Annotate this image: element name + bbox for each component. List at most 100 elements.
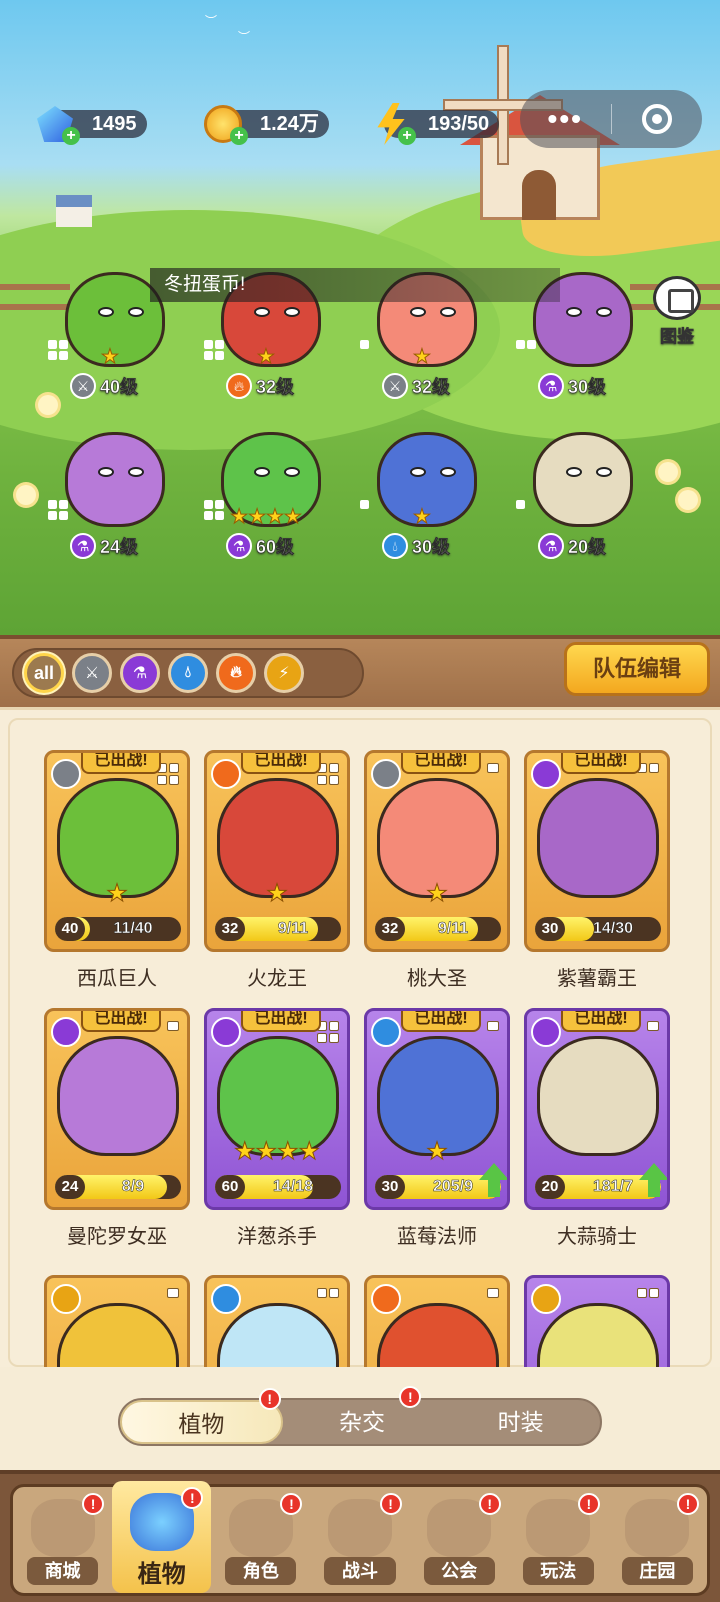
upgrade-progress: 9/11 [277, 920, 309, 938]
element-filter-group: all ⚔ ⚗ 💧︎ 🔥︎ ⚡︎ [12, 648, 364, 698]
plant-card-watermelon-giant[interactable]: 已出战! ★ 40 11/40 [44, 750, 190, 952]
bird-icon: ︶ [238, 30, 251, 44]
potion-icon: ⚗ [538, 533, 564, 559]
alert-badge: ! [478, 1493, 501, 1515]
formation-single-icon [647, 1021, 659, 1031]
nav-label: 战斗 [324, 1557, 396, 1585]
plant-portrait [57, 1036, 179, 1156]
plant-card[interactable] [524, 1275, 670, 1367]
nav-battle[interactable]: 战斗 ! [310, 1487, 409, 1593]
upgrade-progress-bar: 30 205/9 [375, 1175, 501, 1199]
filter-sword-icon[interactable]: ⚔ [72, 653, 112, 693]
plant-level: 32 [375, 917, 405, 941]
tab-costume[interactable]: 时装 [441, 1400, 600, 1444]
nav-label: 角色 [225, 1557, 297, 1585]
sword-icon [51, 759, 81, 789]
upgrade-progress-bar: 60 14/18 [215, 1175, 341, 1199]
nav-label: 庄园 [621, 1557, 693, 1585]
deployed-badge: 已出战! [241, 753, 321, 774]
potion-icon: ⚗ [226, 533, 252, 559]
bird-icon: ︶ [205, 14, 218, 28]
energy-counter[interactable]: + 193/50 [368, 103, 500, 145]
plant-card-mandrake-witch[interactable]: 已出战! 24 8/9 [44, 1008, 190, 1210]
close-mini-program-button[interactable] [612, 104, 703, 134]
formation-single-icon [487, 1288, 499, 1298]
plant-level: 20级 [568, 537, 607, 558]
filter-all[interactable]: all [24, 653, 64, 693]
upgrade-progress-bar: 24 8/9 [55, 1175, 181, 1199]
deployed-badge: 已出战! [241, 1011, 321, 1032]
nav-label: 玩法 [522, 1557, 594, 1585]
potion-icon [211, 1017, 241, 1047]
nav-character[interactable]: 角色 ! [211, 1487, 310, 1593]
alert-badge: ! [399, 1386, 422, 1408]
lightning-icon [51, 1284, 81, 1314]
plant-level: 60级 [256, 537, 295, 558]
deployed-badge: 已出战! [81, 753, 161, 774]
filter-fire-icon[interactable]: 🔥︎ [216, 653, 256, 693]
star-rating: ★ [257, 346, 276, 369]
plant-level: 20 [535, 1175, 565, 1199]
filter-potion-icon[interactable]: ⚗ [120, 653, 160, 693]
alert-badge: ! [181, 1487, 204, 1509]
plant-card-fire-dragon-king[interactable]: 已出战! ★ 32 9/11 [204, 750, 350, 952]
flower [658, 462, 678, 482]
upgrade-progress: 14/18 [272, 1178, 314, 1196]
filter-water-icon[interactable]: 💧︎ [168, 653, 208, 693]
plant-name: 火龙王 [247, 968, 307, 990]
plant-card[interactable] [44, 1275, 190, 1367]
filter-lightning-icon[interactable]: ⚡︎ [264, 653, 304, 693]
tab-plants[interactable]: 植物 ! [120, 1388, 283, 1444]
scene-plant-garlic-knight[interactable]: ⚗ 20级 [508, 422, 648, 572]
nav-gameplay[interactable]: 玩法 ! [509, 1487, 608, 1593]
team-edit-button[interactable]: 队伍编辑 [564, 642, 710, 696]
tab-hybrid[interactable]: 杂交 ! [283, 1386, 442, 1444]
formation-single-icon [487, 763, 499, 773]
plant-level: 32级 [256, 377, 295, 398]
water-icon [371, 1017, 401, 1047]
plus-icon[interactable]: + [230, 127, 248, 145]
deployed-badge: 已出战! [561, 1011, 641, 1032]
formation-double-icon [516, 340, 536, 349]
fire-icon: 🔥︎ [226, 373, 252, 399]
category-tabs: 植物 ! 杂交 ! 时装 [118, 1386, 602, 1446]
more-menu-button[interactable]: ••• [520, 105, 611, 133]
nav-shop[interactable]: 商城 ! [13, 1487, 112, 1593]
water-icon: 💧︎ [382, 533, 408, 559]
star-rating: ★ [413, 506, 432, 529]
plant-card-onion-killer[interactable]: 已出战! ★★★★ 60 14/18 [204, 1008, 350, 1210]
plant-card-blueberry-mage[interactable]: 已出战! ★ 30 205/9 [364, 1008, 510, 1210]
formation-single-icon [487, 1021, 499, 1031]
upgrade-progress: 11/40 [113, 920, 153, 938]
plus-icon[interactable]: + [398, 127, 416, 145]
nav-guild[interactable]: 公会 ! [410, 1487, 509, 1593]
nav-plants[interactable]: 植物 ! [112, 1481, 212, 1593]
water-icon [211, 1284, 241, 1314]
scene-plant-blueberry-mage[interactable]: ★ 💧︎ 30级 [352, 422, 492, 572]
plus-icon[interactable]: + [62, 127, 80, 145]
nav-manor[interactable]: 庄园 ! [608, 1487, 707, 1593]
star-rating: ★ [266, 880, 289, 908]
plant-card-garlic-knight[interactable]: 已出战! 20 181/7 [524, 1008, 670, 1210]
upgrade-progress: 9/11 [437, 920, 469, 938]
codex-button[interactable]: 图鉴 [648, 276, 706, 347]
nav-label: 公会 [423, 1557, 495, 1585]
scene-plant-onion-killer[interactable]: ★★★★ ⚗ 60级 [196, 422, 336, 572]
plant-card[interactable] [364, 1275, 510, 1367]
plant-card-peach-sage[interactable]: 已出战! ★ 32 9/11 [364, 750, 510, 952]
upgrade-progress-bar: 30 14/30 [535, 917, 661, 941]
plant-level: 40 [55, 917, 85, 941]
sword-icon [371, 759, 401, 789]
plant-card-purple-yam-overlord[interactable]: 已出战! 30 14/30 [524, 750, 670, 952]
coin-counter[interactable]: + 1.24万 [200, 105, 329, 145]
alert-badge: ! [577, 1493, 600, 1515]
gem-counter[interactable]: + 1495 [32, 106, 147, 145]
alert-badge: ! [379, 1493, 402, 1515]
flower [16, 485, 36, 505]
deployed-badge: 已出战! [81, 1011, 161, 1032]
upgrade-progress-bar: 20 181/7 [535, 1175, 661, 1199]
upgrade-progress-bar: 32 9/11 [215, 917, 341, 941]
scene-plant-mandrake-witch[interactable]: ⚗ 24级 [40, 422, 180, 572]
potion-icon: ⚗ [70, 533, 96, 559]
plant-card[interactable] [204, 1275, 350, 1367]
